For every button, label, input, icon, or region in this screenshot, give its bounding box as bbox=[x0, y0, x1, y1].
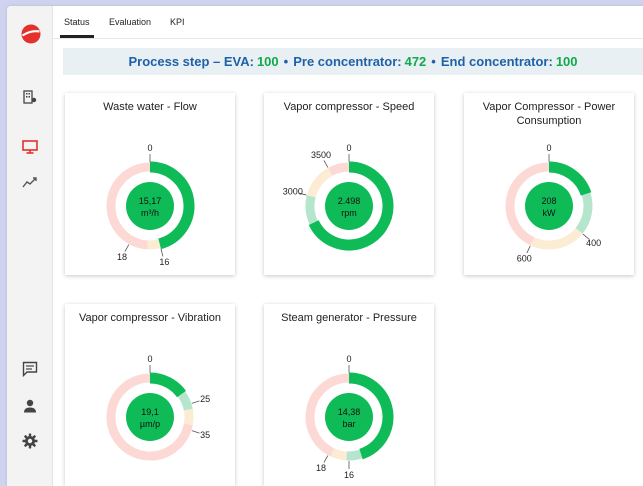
banner-separator: • bbox=[431, 54, 436, 69]
banner-pre-value: 472 bbox=[404, 54, 427, 69]
gauge-chart: 208 kW 0 400 600 bbox=[505, 143, 601, 263]
gauge-card-steam-generator-pressure[interactable]: Steam generator - Pressure 14,38 bar 0 16 18 bbox=[264, 304, 434, 486]
tab-kpi[interactable]: KPI bbox=[170, 17, 185, 27]
gauge-range-segment bbox=[330, 448, 348, 461]
gauge-tick-label: 400 bbox=[586, 238, 601, 248]
gauge-range-segment bbox=[575, 192, 593, 234]
building-icon[interactable] bbox=[19, 86, 41, 108]
gauge-center-disc bbox=[325, 393, 373, 441]
gauge-card-vapor-compressor-vibration[interactable]: Vapor compressor - Vibration 19,1 µm/p 0 25… bbox=[65, 304, 235, 486]
gauge-center-disc bbox=[325, 182, 373, 230]
tab-status[interactable]: Status bbox=[64, 17, 90, 27]
gauge-tick-line bbox=[191, 430, 200, 434]
banner-prefix: Process step – EVA: bbox=[128, 54, 254, 69]
gauge-center-disc bbox=[126, 393, 174, 441]
gauge-value: 14,38 bbox=[338, 407, 361, 417]
gauge-value: 2.498 bbox=[338, 196, 361, 206]
gauge-tick-line bbox=[191, 400, 200, 404]
gauge-unit: rpm bbox=[341, 208, 357, 218]
gauge-tick-label: 35 bbox=[200, 430, 210, 440]
gauge-range-segment bbox=[147, 239, 161, 250]
gauge-chart: 15,17 m³/h 0 16 18 bbox=[106, 143, 195, 267]
chat-icon[interactable] bbox=[19, 358, 41, 380]
gauge-value: 19,1 bbox=[141, 407, 159, 417]
gauge-unit: m³/h bbox=[141, 208, 159, 218]
gauge-range-segment bbox=[183, 408, 194, 426]
gauge-tick-label: 0 bbox=[147, 143, 152, 153]
gauge-card-vapor-compressor-speed[interactable]: Vapor compressor - Speed 2.498 rpm 0 3000 35… bbox=[264, 93, 434, 275]
gauge-range-segment bbox=[328, 162, 350, 176]
gauge-value-arc bbox=[149, 372, 187, 398]
gauge-range-segment bbox=[530, 227, 583, 250]
gauge-range-segment bbox=[306, 167, 333, 198]
app-window: Status Evaluation KPI Process step – EVA… bbox=[7, 6, 643, 486]
trend-chart-icon[interactable] bbox=[19, 171, 41, 193]
gauge-tick-label: 16 bbox=[159, 257, 169, 267]
gauge-tick-line bbox=[526, 245, 531, 254]
gauge-tick-label: 16 bbox=[344, 470, 354, 480]
gauge-tick-label: 3000 bbox=[283, 187, 303, 197]
gauge-range-segment bbox=[346, 449, 363, 461]
gauge-tick-label: 25 bbox=[200, 394, 210, 404]
gauge-tick-label: 600 bbox=[517, 253, 532, 263]
gauge-tick-label: 0 bbox=[546, 143, 551, 153]
banner-end-value: 100 bbox=[555, 54, 578, 69]
gauge-unit: bar bbox=[342, 419, 355, 429]
tab-evaluation[interactable]: Evaluation bbox=[109, 17, 151, 27]
settings-gear-icon[interactable] bbox=[19, 430, 41, 452]
gauge-unit: kW bbox=[543, 208, 557, 218]
gauge-range-segment bbox=[305, 195, 318, 225]
gauge-range-segment bbox=[177, 391, 193, 411]
gauge-tick-line bbox=[160, 248, 164, 257]
gauge-chart: 2.498 rpm 0 3000 3500 bbox=[283, 143, 394, 251]
sidebar bbox=[7, 6, 53, 486]
gauge-card-vapor-compressor-power[interactable]: Vapor Compressor - Power Consumption 208… bbox=[464, 93, 634, 275]
gauge-tick-line bbox=[124, 244, 130, 252]
gauge-unit: µm/p bbox=[140, 419, 160, 429]
gauge-tick-label: 18 bbox=[316, 463, 326, 473]
gauge-tick-label: 3500 bbox=[311, 150, 331, 160]
banner-separator: • bbox=[283, 54, 289, 69]
main-content: Status Evaluation KPI Process step – EVA… bbox=[52, 6, 643, 486]
gauge-tick-label: 0 bbox=[346, 354, 351, 364]
gauge-tick-line bbox=[323, 455, 329, 463]
gauge-value: 208 bbox=[541, 196, 556, 206]
banner-end-label: End concentrator: bbox=[440, 54, 553, 69]
banner-pre-label: Pre concentrator: bbox=[293, 54, 402, 69]
monitor-icon[interactable] bbox=[19, 136, 41, 158]
active-tab-indicator bbox=[60, 35, 94, 38]
gauge-chart: 19,1 µm/p 0 25 35 bbox=[106, 354, 210, 461]
gauge-chart: 14,38 bar 0 16 18 bbox=[305, 354, 394, 480]
logo-icon[interactable] bbox=[21, 24, 41, 44]
gauge-value: 15,17 bbox=[139, 196, 162, 206]
gauge-tick-label: 0 bbox=[147, 354, 152, 364]
gauge-tick-line bbox=[323, 160, 329, 168]
gauge-center-disc bbox=[126, 182, 174, 230]
gauge-tick-label: 18 bbox=[117, 252, 127, 262]
process-step-banner: Process step – EVA: 100 • Pre concentrat… bbox=[63, 48, 643, 75]
banner-eva-value: 100 bbox=[256, 54, 279, 69]
user-icon[interactable] bbox=[19, 395, 41, 417]
tab-bar: Status Evaluation KPI bbox=[52, 6, 643, 39]
gauge-card-waste-water-flow[interactable]: Waste water - Flow 15,17 m³/h 0 16 18 bbox=[65, 93, 235, 275]
gauge-tick-label: 0 bbox=[346, 143, 351, 153]
gauge-center-disc bbox=[525, 182, 573, 230]
